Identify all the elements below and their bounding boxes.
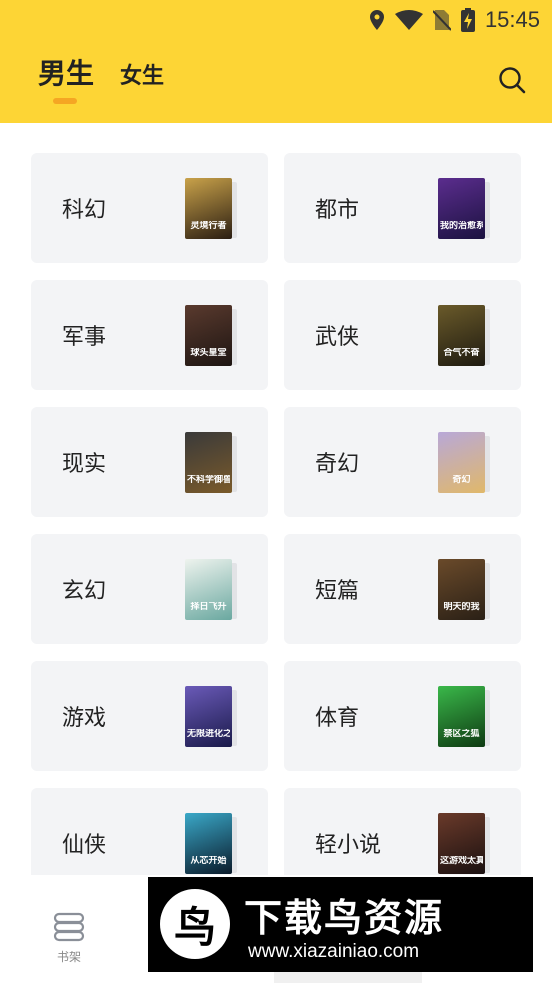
location-icon [369,10,384,30]
category-label: 武侠 [315,325,360,350]
gender-tabs: 男生 女生 [38,52,164,92]
category-card-scifi[interactable]: 科幻 灵境行者 [31,153,268,263]
book-cover: 从芯开始 [185,813,232,874]
category-card-short[interactable]: 短篇 明天的我 [284,534,521,644]
cover-title: 不科学御兽 [187,475,230,485]
tab-male[interactable]: 男生 [38,52,94,92]
category-card-game[interactable]: 游戏 无限进化之元宇宙 [31,661,268,771]
category-card-fantasy[interactable]: 奇幻 奇幻 [284,407,521,517]
book-cover: 明天的我 [438,559,485,620]
cover-title: 明天的我 [443,602,480,612]
watermark-logo-icon: 鸟 [160,889,230,959]
nav-bookshelf[interactable]: 书架 [46,912,92,965]
wifi-icon [394,10,423,30]
cover-title: 择日飞升 [190,602,227,612]
cover-title: 球头皇堂 [190,348,227,358]
category-card-urban[interactable]: 都市 我的治愈系游戏 [284,153,521,263]
search-icon[interactable] [498,66,526,94]
category-label: 都市 [315,198,360,223]
top-header: 15:45 男生 女生 [0,0,552,123]
category-card-wuxia[interactable]: 武侠 合气不奋 [284,280,521,390]
category-label: 军事 [62,325,107,350]
cover-title: 灵境行者 [190,221,227,231]
book-cover: 灵境行者 [185,178,232,239]
status-bar: 15:45 [369,6,540,34]
category-label: 玄幻 [62,579,107,604]
cover-title: 我的治愈系游戏 [440,221,483,231]
book-cover: 择日飞升 [185,559,232,620]
category-card-sports[interactable]: 体育 禁区之狐 [284,661,521,771]
cover-title: 无限进化之元宇宙 [187,729,230,739]
book-cover: 球头皇堂 [185,305,232,366]
book-cover: 合气不奋 [438,305,485,366]
category-label: 游戏 [62,706,107,731]
watermark-title: 下载鸟资源 [244,896,445,940]
category-label: 短篇 [315,579,360,604]
active-tab-indicator [53,98,77,104]
category-card-military[interactable]: 军事 球头皇堂 [31,280,268,390]
category-label: 轻小说 [315,833,382,858]
book-cover: 我的治愈系游戏 [438,178,485,239]
book-shelf-icon [53,912,85,942]
cover-title: 奇幻 [452,475,471,485]
watermark-banner: 鸟 下载鸟资源 www.xiazainiao.com [148,877,533,972]
category-label: 奇幻 [315,452,360,477]
tab-female[interactable]: 女生 [120,58,164,92]
cover-title: 禁区之狐 [443,729,480,739]
book-cover: 奇幻 [438,432,485,493]
battery-charging-icon [460,8,475,32]
cover-title: 这游戏太真实了 [440,856,483,866]
category-card-reality[interactable]: 现实 不科学御兽 [31,407,268,517]
category-label: 现实 [62,452,107,477]
category-label: 体育 [315,706,360,731]
no-sim-icon [432,10,451,31]
cover-title: 合气不奋 [443,348,480,358]
category-label: 科幻 [62,198,107,223]
status-time: 15:45 [484,7,540,32]
category-grid: 科幻 灵境行者 都市 我的治愈系游戏 军事 球头皇堂 武侠 合气不奋 现实 不科… [31,153,521,898]
book-cover: 无限进化之元宇宙 [185,686,232,747]
book-cover: 不科学御兽 [185,432,232,493]
category-label: 仙侠 [62,833,107,858]
cover-title: 从芯开始 [190,856,227,866]
watermark-url: www.xiazainiao.com [248,941,420,962]
book-cover: 这游戏太真实了 [438,813,485,874]
category-card-xuanhuan[interactable]: 玄幻 择日飞升 [31,534,268,644]
nav-bookshelf-label: 书架 [56,950,81,964]
book-cover: 禁区之狐 [438,686,485,747]
